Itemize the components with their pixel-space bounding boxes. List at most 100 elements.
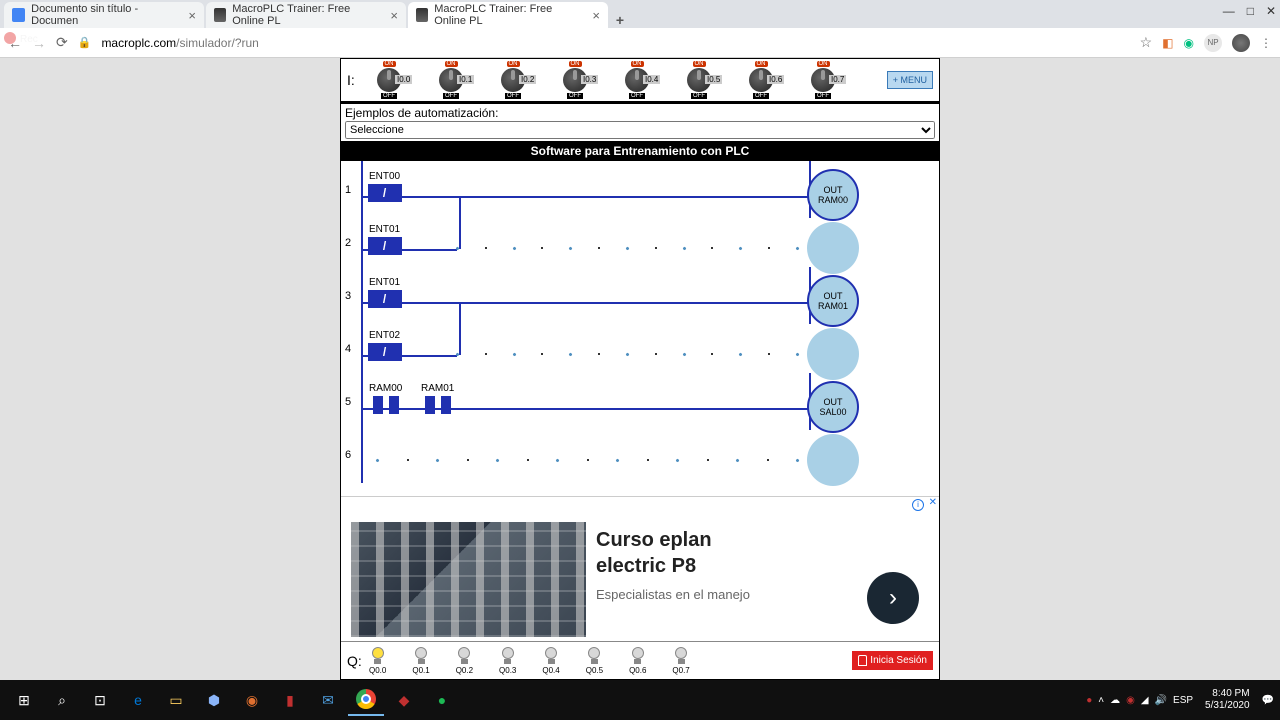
nav-reload-icon[interactable]: ⟳	[56, 34, 68, 51]
tab-title: MacroPLC Trainer: Free Online PL	[232, 3, 380, 27]
output-label: Q:	[347, 653, 369, 669]
ladder-rung[interactable]: 4 ENT02 /	[341, 322, 939, 375]
store-icon[interactable]: ⬢	[196, 684, 232, 716]
examples-select[interactable]: Seleccione	[345, 121, 935, 139]
spotify-icon[interactable]: ●	[424, 684, 460, 716]
tab-close-icon[interactable]: ×	[188, 8, 196, 23]
contact-nc[interactable]: ENT01 /	[369, 224, 400, 255]
output-coil[interactable]: OUTRAM01	[807, 275, 859, 327]
ladder-rung[interactable]: 2 ENT01 /	[341, 216, 939, 269]
menu-icon[interactable]: ⋮	[1260, 36, 1272, 50]
search-icon[interactable]: ⌕	[44, 684, 80, 716]
volume-icon[interactable]: 🔊	[1155, 695, 1167, 706]
avatar-icon[interactable]	[1232, 34, 1250, 52]
system-tray[interactable]: ● ˄ ☁ ◉ ◢ 🔊 ESP 8:40 PM5/31/2020 💬	[1086, 688, 1274, 712]
menu-button[interactable]: + MENU	[887, 71, 933, 89]
clock[interactable]: 8:40 PM5/31/2020	[1205, 688, 1250, 712]
window-maximize[interactable]: □	[1247, 4, 1254, 18]
output-bulb[interactable]: Q0.4	[542, 647, 559, 675]
new-tab-button[interactable]: +	[610, 12, 630, 28]
chrome-icon[interactable]	[348, 684, 384, 716]
notifications-icon[interactable]: 💬	[1262, 695, 1274, 706]
ladder-rung[interactable]: 3 ENT01 / OUTRAM01	[341, 269, 939, 322]
profile-badge[interactable]: NP	[1204, 34, 1222, 52]
input-switch[interactable]: ONOFFI0.7	[803, 61, 843, 99]
tray-icon[interactable]: ◉	[1126, 695, 1135, 706]
url-field[interactable]: macroplc.com/simulador/?run	[101, 36, 1129, 50]
app-icon[interactable]: ▮	[272, 684, 308, 716]
output-bulb[interactable]: Q0.1	[412, 647, 429, 675]
contact-nc[interactable]: ENT01 /	[369, 277, 400, 308]
tray-icon[interactable]: ☁	[1110, 695, 1120, 706]
input-switch[interactable]: ONOFFI0.2	[493, 61, 533, 99]
output-coil-empty[interactable]	[807, 328, 859, 380]
input-switch[interactable]: ONOFFI0.1	[431, 61, 471, 99]
contact-no[interactable]: RAM01	[421, 383, 454, 414]
extension-icon[interactable]: ◧	[1162, 36, 1173, 50]
output-bulb[interactable]: Q0.7	[672, 647, 689, 675]
browser-tab[interactable]: MacroPLC Trainer: Free Online PL ×	[206, 2, 406, 28]
tab-close-icon[interactable]: ×	[592, 8, 600, 23]
taskbar: ⊞ ⌕ ⊡ e ▭ ⬢ ◉ ▮ ✉ ◆ ● ● ˄ ☁ ◉ ◢ 🔊 ESP 8:…	[0, 680, 1280, 720]
tray-icon[interactable]: ●	[1086, 695, 1092, 706]
contact-nc[interactable]: ENT00 /	[369, 171, 400, 202]
window-minimize[interactable]: —	[1223, 4, 1235, 18]
tab-favicon	[12, 8, 25, 22]
output-bulb[interactable]: Q0.5	[586, 647, 603, 675]
tray-chevron-icon[interactable]: ˄	[1098, 695, 1104, 706]
output-row: Q: Q0.0 Q0.1 Q0.2 Q0.3 Q0.4 Q0.5 Q0.6 Q0.7 Inic…	[341, 641, 939, 679]
output-coil-empty[interactable]	[807, 222, 859, 274]
ladder-rung[interactable]: 1 ENT00 / OUTRAM00	[341, 163, 939, 216]
browser-tab-active[interactable]: MacroPLC Trainer: Free Online PL ×	[408, 2, 608, 28]
output-bulb[interactable]: Q0.0	[369, 647, 386, 675]
tab-title: Documento sin título - Documen	[31, 3, 178, 27]
ad-close-icon[interactable]: ✕	[929, 497, 937, 508]
tab-favicon	[214, 8, 226, 22]
browser-tab-bar: Documento sin título - Documen × MacroPL…	[0, 0, 1280, 28]
output-bulb[interactable]: Q0.2	[456, 647, 473, 675]
input-switch[interactable]: ONOFFI0.6	[741, 61, 781, 99]
window-close[interactable]: ✕	[1266, 4, 1276, 18]
input-switch[interactable]: ONOFFI0.5	[679, 61, 719, 99]
input-row: I: ONOFFI0.0ONOFFI0.1ONOFFI0.2ONOFFI0.3O…	[341, 59, 939, 104]
app-icon[interactable]: ◉	[234, 684, 270, 716]
slot-markers	[456, 353, 799, 356]
slot-markers	[456, 247, 799, 250]
ad-arrow-button[interactable]: ›	[867, 572, 919, 624]
input-switch[interactable]: ONOFFI0.0	[369, 61, 409, 99]
ad-image	[351, 522, 586, 637]
output-bulb[interactable]: Q0.6	[629, 647, 646, 675]
input-switch[interactable]: ONOFFI0.3	[555, 61, 595, 99]
start-button[interactable]: ⊞	[6, 684, 42, 716]
ad-banner[interactable]: i ✕ Curso eplanelectric P8 Especialistas…	[341, 496, 939, 641]
tab-close-icon[interactable]: ×	[390, 8, 398, 23]
input-switch[interactable]: ONOFFI0.4	[617, 61, 657, 99]
output-coil-empty[interactable]	[807, 434, 859, 486]
ladder-rung[interactable]: 5 RAM00 RAM01 OUTSAL00	[341, 375, 939, 428]
mail-icon[interactable]: ✉	[310, 684, 346, 716]
lock-icon	[858, 655, 867, 666]
ladder-diagram[interactable]: 1 ENT00 / OUTRAM00 2 ENT01 /	[341, 161, 939, 494]
contact-nc[interactable]: ENT02 /	[369, 330, 400, 361]
ad-info-icon[interactable]: i	[912, 499, 924, 511]
contact-no[interactable]: RAM00	[369, 383, 402, 414]
ladder-rung[interactable]: 6	[341, 428, 939, 481]
wifi-icon[interactable]: ◢	[1141, 695, 1149, 706]
tab-favicon	[416, 8, 428, 22]
tab-title: MacroPLC Trainer: Free Online PL	[434, 3, 582, 27]
output-coil[interactable]: OUTSAL00	[807, 381, 859, 433]
language-indicator[interactable]: ESP	[1173, 695, 1193, 706]
bookmark-icon[interactable]: ☆	[1140, 34, 1153, 51]
lock-icon[interactable]: 🔒	[78, 36, 92, 49]
edge-icon[interactable]: e	[120, 684, 156, 716]
login-button[interactable]: Inicia Sesión	[852, 651, 933, 670]
task-view-icon[interactable]: ⊡	[82, 684, 118, 716]
explorer-icon[interactable]: ▭	[158, 684, 194, 716]
address-bar: ← → ⟳ 🔒 macroplc.com/simulador/?run ☆ ◧ …	[0, 28, 1280, 58]
extension-icon[interactable]: ◉	[1184, 36, 1194, 50]
output-coil[interactable]: OUTRAM00	[807, 169, 859, 221]
browser-tab[interactable]: Documento sin título - Documen ×	[4, 2, 204, 28]
app-icon[interactable]: ◆	[386, 684, 422, 716]
output-bulb[interactable]: Q0.3	[499, 647, 516, 675]
slot-markers	[376, 459, 799, 462]
